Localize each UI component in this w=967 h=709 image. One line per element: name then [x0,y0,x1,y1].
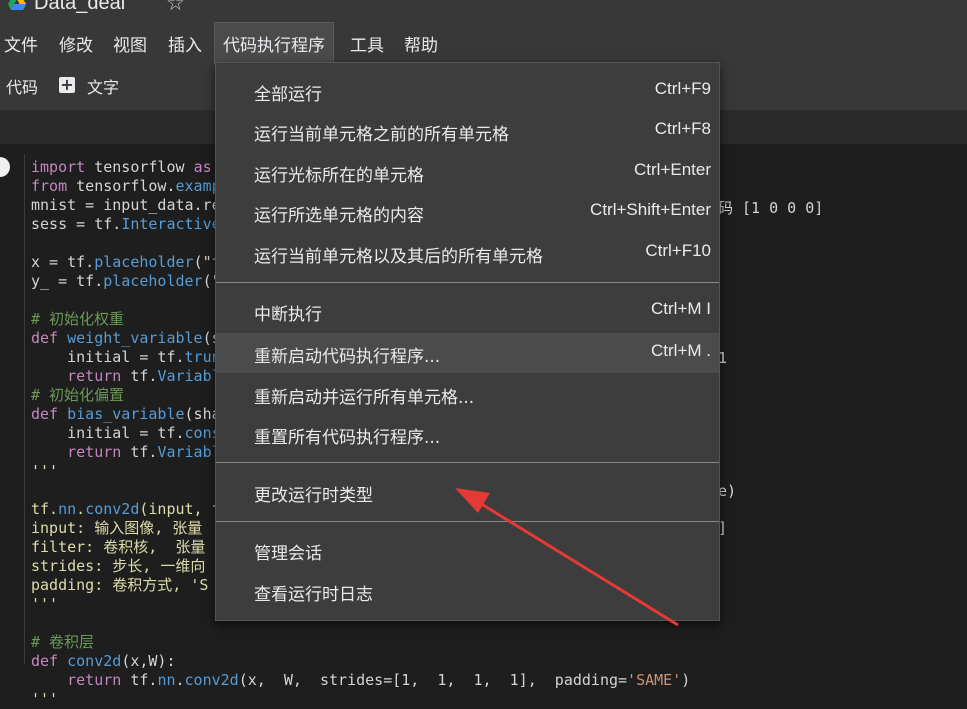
menu-option-label: 查看运行时日志 [254,585,373,605]
title-bar: Data_deal ☆ [0,0,967,18]
menu-option-run-selection[interactable]: 运行所选单元格的内容 Ctrl+Shift+Enter [216,192,719,232]
menu-option-manage-sessions[interactable]: 管理会话 [216,530,719,570]
menu-option-shortcut: Ctrl+F10 [645,241,711,260]
output-fragment: e) [718,482,737,500]
menu-bar: 文件 修改 视图 插入 代码执行程序 工具 帮助 [0,18,967,64]
menu-option-shortcut: Ctrl+M . [651,341,711,360]
menu-separator [216,282,719,283]
menu-option-label: 运行当前单元格之前的所有单元格 [254,125,509,145]
add-code-button[interactable]: 代码 [6,74,38,98]
menu-option-label: 运行光标所在的单元格 [254,166,424,186]
plus-icon[interactable]: + [59,77,75,93]
menu-option-interrupt[interactable]: 中断执行 Ctrl+M I [216,291,719,331]
menu-option-label: 运行当前单元格以及其后的所有单元格 [254,247,543,267]
menu-edit[interactable]: 修改 [59,31,93,56]
menu-option-run-focused[interactable]: 运行光标所在的单元格 Ctrl+Enter [216,152,719,192]
menu-option-run-after[interactable]: 运行当前单元格以及其后的所有单元格 Ctrl+F10 [216,233,719,273]
menu-option-shortcut: Ctrl+F8 [654,119,711,138]
output-fragment: 码 [1 0 0 0] [718,199,824,217]
menu-option-restart-run-all[interactable]: 重新启动并运行所有单元格... [216,374,719,414]
menu-help[interactable]: 帮助 [404,31,438,56]
menu-option-label: 中断执行 [254,305,322,325]
menu-option-label: 运行所选单元格的内容 [254,206,424,226]
menu-option-restart[interactable]: 重新启动代码执行程序... Ctrl+M . [216,333,719,373]
menu-view[interactable]: 视图 [113,31,147,56]
menu-separator [216,462,719,463]
menu-option-shortcut: Ctrl+F9 [654,79,711,98]
menu-option-change-runtime-type[interactable]: 更改运行时类型 [216,472,719,512]
menu-option-label: 全部运行 [254,85,322,105]
menu-option-label: 管理会话 [254,544,322,564]
add-text-button[interactable]: 文字 [87,74,119,98]
star-icon[interactable]: ☆ [166,0,185,15]
menu-option-shortcut: Ctrl+M I [651,299,711,318]
menu-tools[interactable]: 工具 [350,31,384,56]
menu-option-label: 重新启动并运行所有单元格... [254,388,475,408]
menu-option-run-all[interactable]: 全部运行 Ctrl+F9 [216,71,719,111]
menu-separator [216,521,719,522]
menu-option-shortcut: Ctrl+Enter [634,160,711,179]
runtime-dropdown-menu: 全部运行 Ctrl+F9 运行当前单元格之前的所有单元格 Ctrl+F8 运行光… [215,62,720,621]
menu-option-shortcut: Ctrl+Shift+Enter [590,200,711,219]
drive-icon [8,0,26,10]
menu-option-label: 重置所有代码执行程序... [254,428,441,448]
menu-option-view-logs[interactable]: 查看运行时日志 [216,571,719,611]
menu-runtime[interactable]: 代码执行程序 [214,22,334,64]
menu-option-run-before[interactable]: 运行当前单元格之前的所有单元格 Ctrl+F8 [216,111,719,151]
menu-option-factory-reset[interactable]: 重置所有代码执行程序... [216,414,719,454]
run-cell-icon[interactable] [0,157,10,177]
menu-option-label: 重新启动代码执行程序... [254,347,441,367]
menu-file[interactable]: 文件 [4,31,38,56]
menu-insert[interactable]: 插入 [168,31,202,56]
menu-option-label: 更改运行时类型 [254,486,373,506]
document-title[interactable]: Data_deal [34,0,125,15]
